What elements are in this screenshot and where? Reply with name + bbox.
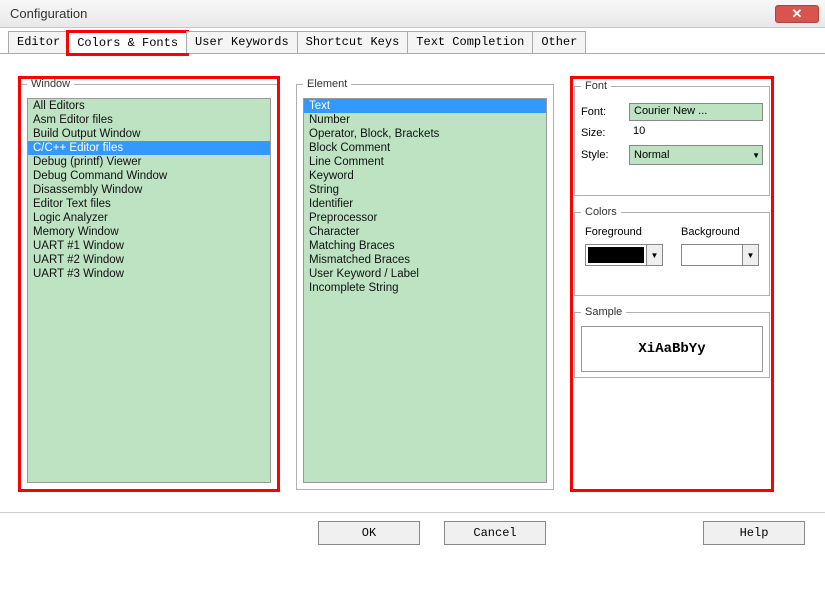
list-item[interactable]: String — [304, 183, 546, 197]
list-item[interactable]: All Editors — [28, 99, 270, 113]
list-item[interactable]: Memory Window — [28, 225, 270, 239]
list-item[interactable]: UART #3 Window — [28, 267, 270, 281]
chevron-down-icon: ▼ — [752, 151, 760, 160]
window-listbox[interactable]: All EditorsAsm Editor filesBuild Output … — [27, 98, 271, 483]
close-button[interactable]: ✕ — [775, 5, 819, 23]
list-item[interactable]: UART #2 Window — [28, 253, 270, 267]
foreground-color — [586, 245, 646, 265]
background-label: Background — [681, 226, 740, 238]
close-icon: ✕ — [792, 6, 803, 22]
tab-bar: Editor Colors & Fonts User Keywords Shor… — [0, 28, 825, 54]
colors-group: Colors Foreground ▼ Background ▼ — [574, 206, 770, 296]
chevron-down-icon: ▼ — [742, 245, 758, 265]
style-label: Style: — [581, 149, 623, 161]
list-item[interactable]: Text — [304, 99, 546, 113]
background-swatch[interactable]: ▼ — [681, 244, 759, 266]
dialog-button-row: OK Cancel Help — [0, 512, 825, 559]
colors-legend: Colors — [581, 206, 621, 218]
tab-shortcut-keys[interactable]: Shortcut Keys — [297, 31, 409, 53]
list-item[interactable]: UART #1 Window — [28, 239, 270, 253]
size-field[interactable]: 10 — [629, 124, 689, 142]
font-legend: Font — [581, 80, 611, 92]
list-item[interactable]: Debug (printf) Viewer — [28, 155, 270, 169]
window-title: Configuration — [10, 6, 775, 21]
font-label: Font: — [581, 106, 623, 118]
list-item[interactable]: C/C++ Editor files — [28, 141, 270, 155]
list-item[interactable]: Block Comment — [304, 141, 546, 155]
list-item[interactable]: Asm Editor files — [28, 113, 270, 127]
list-item[interactable]: Matching Braces — [304, 239, 546, 253]
cancel-button[interactable]: Cancel — [444, 521, 546, 545]
element-group: Element TextNumberOperator, Block, Brack… — [296, 78, 554, 490]
list-item[interactable]: User Keyword / Label — [304, 267, 546, 281]
list-item[interactable]: Build Output Window — [28, 127, 270, 141]
window-legend: Window — [27, 78, 74, 90]
list-item[interactable]: Line Comment — [304, 155, 546, 169]
list-item[interactable]: Operator, Block, Brackets — [304, 127, 546, 141]
tab-other[interactable]: Other — [532, 31, 586, 53]
chevron-down-icon: ▼ — [646, 245, 662, 265]
list-item[interactable]: Editor Text files — [28, 197, 270, 211]
sample-legend: Sample — [581, 306, 626, 318]
tab-text-completion[interactable]: Text Completion — [407, 31, 533, 53]
list-item[interactable]: Keyword — [304, 169, 546, 183]
style-select[interactable]: Normal ▼ — [629, 145, 763, 165]
help-button[interactable]: Help — [703, 521, 805, 545]
font-group: Font Font: Courier New ... Size: 10 Styl… — [574, 80, 770, 196]
list-item[interactable]: Number — [304, 113, 546, 127]
list-item[interactable]: Preprocessor — [304, 211, 546, 225]
list-item[interactable]: Character — [304, 225, 546, 239]
list-item[interactable]: Mismatched Braces — [304, 253, 546, 267]
list-item[interactable]: Incomplete String — [304, 281, 546, 295]
font-field[interactable]: Courier New ... — [629, 103, 763, 121]
list-item[interactable]: Identifier — [304, 197, 546, 211]
element-listbox[interactable]: TextNumberOperator, Block, BracketsBlock… — [303, 98, 547, 483]
sample-text: XiAaBbYy — [581, 326, 763, 372]
list-item[interactable]: Disassembly Window — [28, 183, 270, 197]
list-item[interactable]: Logic Analyzer — [28, 211, 270, 225]
size-label: Size: — [581, 127, 623, 139]
tab-user-keywords[interactable]: User Keywords — [186, 31, 298, 53]
list-item[interactable]: Debug Command Window — [28, 169, 270, 183]
element-legend: Element — [303, 78, 351, 90]
background-color — [682, 245, 742, 265]
foreground-label: Foreground — [585, 226, 642, 238]
foreground-swatch[interactable]: ▼ — [585, 244, 663, 266]
window-group: Window All EditorsAsm Editor filesBuild … — [20, 78, 278, 490]
style-value: Normal — [634, 149, 669, 161]
ok-button[interactable]: OK — [318, 521, 420, 545]
titlebar: Configuration ✕ — [0, 0, 825, 28]
tab-editor[interactable]: Editor — [8, 31, 69, 53]
sample-group: Sample XiAaBbYy — [574, 306, 770, 378]
tab-colors-fonts[interactable]: Colors & Fonts — [68, 32, 187, 54]
